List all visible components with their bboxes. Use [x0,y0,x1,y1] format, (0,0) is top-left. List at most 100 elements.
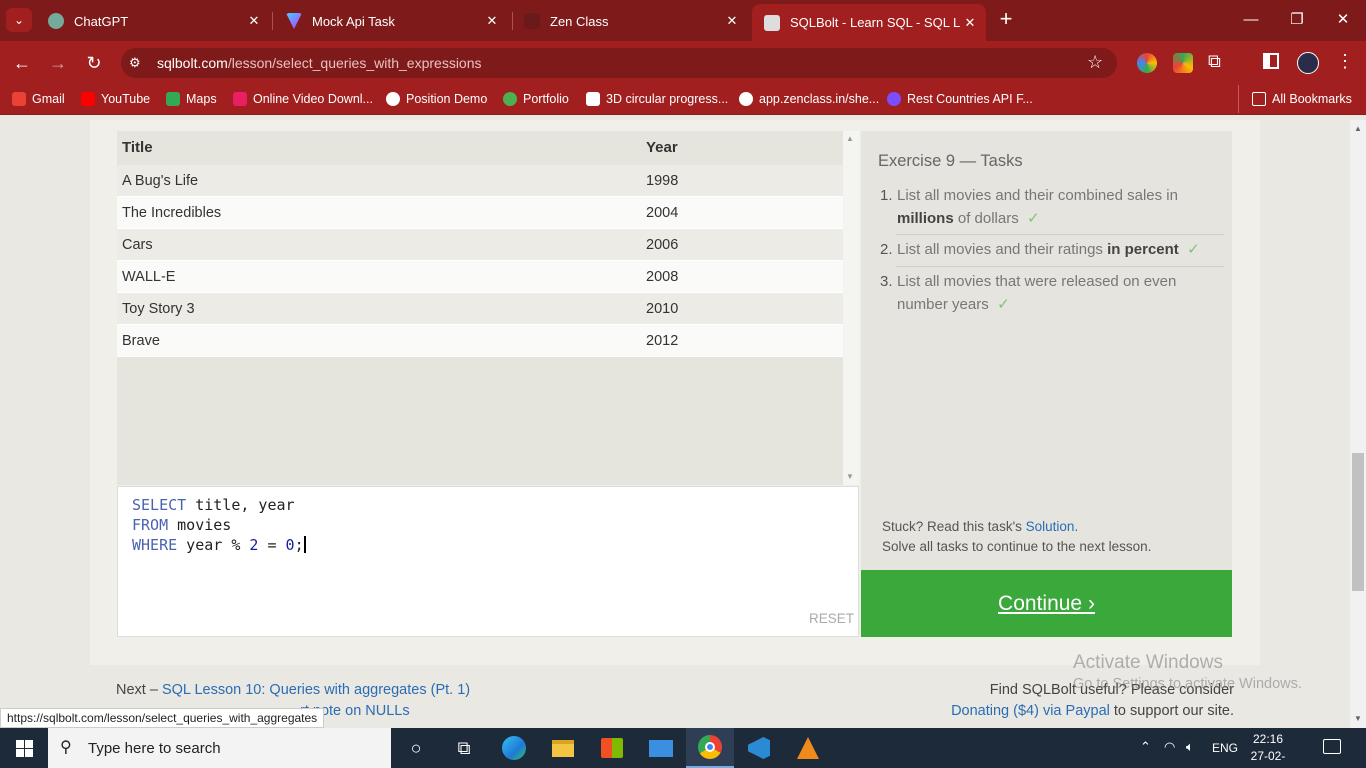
table-row [117,325,843,357]
cortana-icon[interactable]: ○ [392,728,440,768]
clock-time: 22:16 [1252,732,1284,746]
cell-year: 2006 [646,237,679,253]
file-explorer-icon[interactable] [539,728,587,768]
forward-icon[interactable]: → [46,51,70,75]
tab-sqlbolt[interactable]: SQLBolt - Learn SQL - SQL Less ✕ [752,4,986,41]
download-icon [233,92,247,106]
close-icon[interactable]: ✕ [722,13,742,29]
site-info-icon[interactable]: ⚙ [129,55,141,71]
sql-text: year % [177,536,250,554]
maps-icon [166,92,180,106]
zen-icon [524,13,540,29]
all-bookmarks[interactable]: All Bookmarks [1252,92,1352,106]
reset-button[interactable]: RESET [809,611,854,626]
scroll-down-icon[interactable]: ▼ [846,472,854,481]
bookmark-label: YouTube [101,92,151,106]
minimize-icon[interactable]: — [1228,6,1274,34]
tab-title: SQLBolt - Learn SQL - SQL Less [790,15,960,30]
vlc-icon[interactable] [784,728,832,768]
tab-search-button[interactable]: ⌄ [6,8,32,32]
youtube-icon [81,92,95,106]
cell-year: 2004 [646,205,679,221]
table-row [117,261,843,293]
system-clock[interactable]: 22:16 27-02-2024 [1238,731,1298,768]
sidebar-toggle-icon[interactable] [1263,53,1279,69]
show-hidden-icons[interactable]: ⌃ [1140,739,1151,755]
mail-icon[interactable] [637,728,685,768]
bookmark-gmail[interactable]: Gmail [12,92,65,106]
tab-chatgpt[interactable]: ChatGPT ✕ [36,6,270,36]
code-line-2[interactable]: FROM movies [132,515,231,535]
bookmark-label: app.zenclass.in/she... [759,92,880,106]
notification-icon[interactable] [1323,739,1341,754]
tab-separator [272,12,273,30]
task-text-part: List all movies that were released on ev… [897,273,1177,313]
results-scrollbar[interactable] [843,131,859,485]
wifi-icon[interactable]: ◠ [1164,739,1175,755]
store-icon[interactable] [588,728,636,768]
stuck-text: Stuck? Read this task's [882,519,1026,534]
task-text-part: List all movies and their ratings [897,241,1108,258]
close-icon[interactable]: ✕ [244,13,264,29]
continue-button[interactable]: Continue › [861,570,1232,637]
vscode-icon[interactable] [735,728,783,768]
new-tab-button[interactable]: + [995,8,1017,32]
back-icon[interactable]: ← [10,51,34,75]
close-icon[interactable]: ✕ [482,13,502,29]
reload-icon[interactable]: ↻ [82,51,106,75]
extensions-puzzle-icon[interactable]: ⧉ [1208,51,1221,72]
sql-text: title, year [186,496,295,514]
bookmark-youtube[interactable]: YouTube [81,92,150,106]
bookmark-video-downloader[interactable]: Online Video Downl... [233,92,373,106]
extension-icon[interactable] [1173,53,1193,73]
bookmark-label: Position Demo [406,92,488,106]
bookmark-rest-countries[interactable]: Rest Countries API F... [887,92,1033,106]
code-line-1[interactable]: SELECT title, year [132,495,295,515]
codepen-icon [586,92,600,106]
code-line-3[interactable]: WHERE year % 2 = 0; [132,535,306,555]
avatar[interactable] [1297,52,1319,74]
windows-start-icon[interactable] [0,728,48,768]
bookmark-star-icon[interactable]: ☆ [1087,52,1103,73]
sql-text: = [258,536,286,554]
task-text-part: List all movies and their combined sales… [897,187,1178,204]
task-text: List all movies and their combined sales… [897,185,1224,230]
bookmark-3d-progress[interactable]: 3D circular progress... [586,92,728,106]
status-bar-url: https://sqlbolt.com/lesson/select_querie… [0,708,325,728]
bookmark-label: All Bookmarks [1272,92,1352,106]
url-text[interactable]: sqlbolt.com/lesson/select_queries_with_e… [157,55,482,71]
bookmark-zenclass[interactable]: app.zenclass.in/she... [739,92,879,106]
edge-icon[interactable] [490,728,538,768]
extension-color-icon[interactable] [1137,53,1157,73]
restore-icon[interactable]: ❐ [1274,6,1320,34]
volume-icon[interactable]: 🔈︎ [1186,739,1194,755]
sql-keyword: WHERE [132,536,178,554]
page-scroll-up-icon[interactable]: ▲ [1354,124,1362,133]
portfolio-icon [503,92,517,106]
close-icon[interactable]: ✕ [960,15,980,31]
task-text: List all movies that were released on ev… [897,271,1224,316]
tab-mock-api[interactable]: Mock Api Task ✕ [274,6,508,36]
bookmark-maps[interactable]: Maps [166,92,217,106]
solution-link[interactable]: Solution [1026,519,1075,534]
window-close-icon[interactable]: ✕ [1320,6,1366,34]
donate-link[interactable]: Donating ($4) via Paypal [951,703,1110,719]
scroll-up-icon[interactable]: ▲ [846,134,854,143]
menu-icon[interactable]: ⋮ [1336,51,1354,72]
next-lesson-link[interactable]: SQL Lesson 10: Queries with aggregates (… [162,682,470,698]
bookmark-label: Maps [186,92,217,106]
bookmark-position-demo[interactable]: Position Demo [386,92,487,106]
cell-title: Cars [122,237,153,253]
task-text-bold: in percent [1107,241,1179,258]
chrome-icon[interactable] [686,728,734,768]
page-scrollbar-thumb[interactable] [1352,453,1364,591]
language-indicator[interactable]: ENG [1212,741,1238,755]
page-scroll-down-icon[interactable]: ▼ [1354,714,1362,723]
task-view-icon[interactable]: ⧉ [440,728,488,768]
tab-zen-class[interactable]: Zen Class ✕ [512,6,748,36]
page-scrollbar[interactable] [1350,120,1366,728]
bookmark-portfolio[interactable]: Portfolio [503,92,569,106]
tasks-title: Exercise 9 — Tasks [878,152,1023,170]
clock-date: 27-02-2024 [1250,749,1286,768]
taskbar-search[interactable]: ⚲ Type here to search [48,728,391,768]
